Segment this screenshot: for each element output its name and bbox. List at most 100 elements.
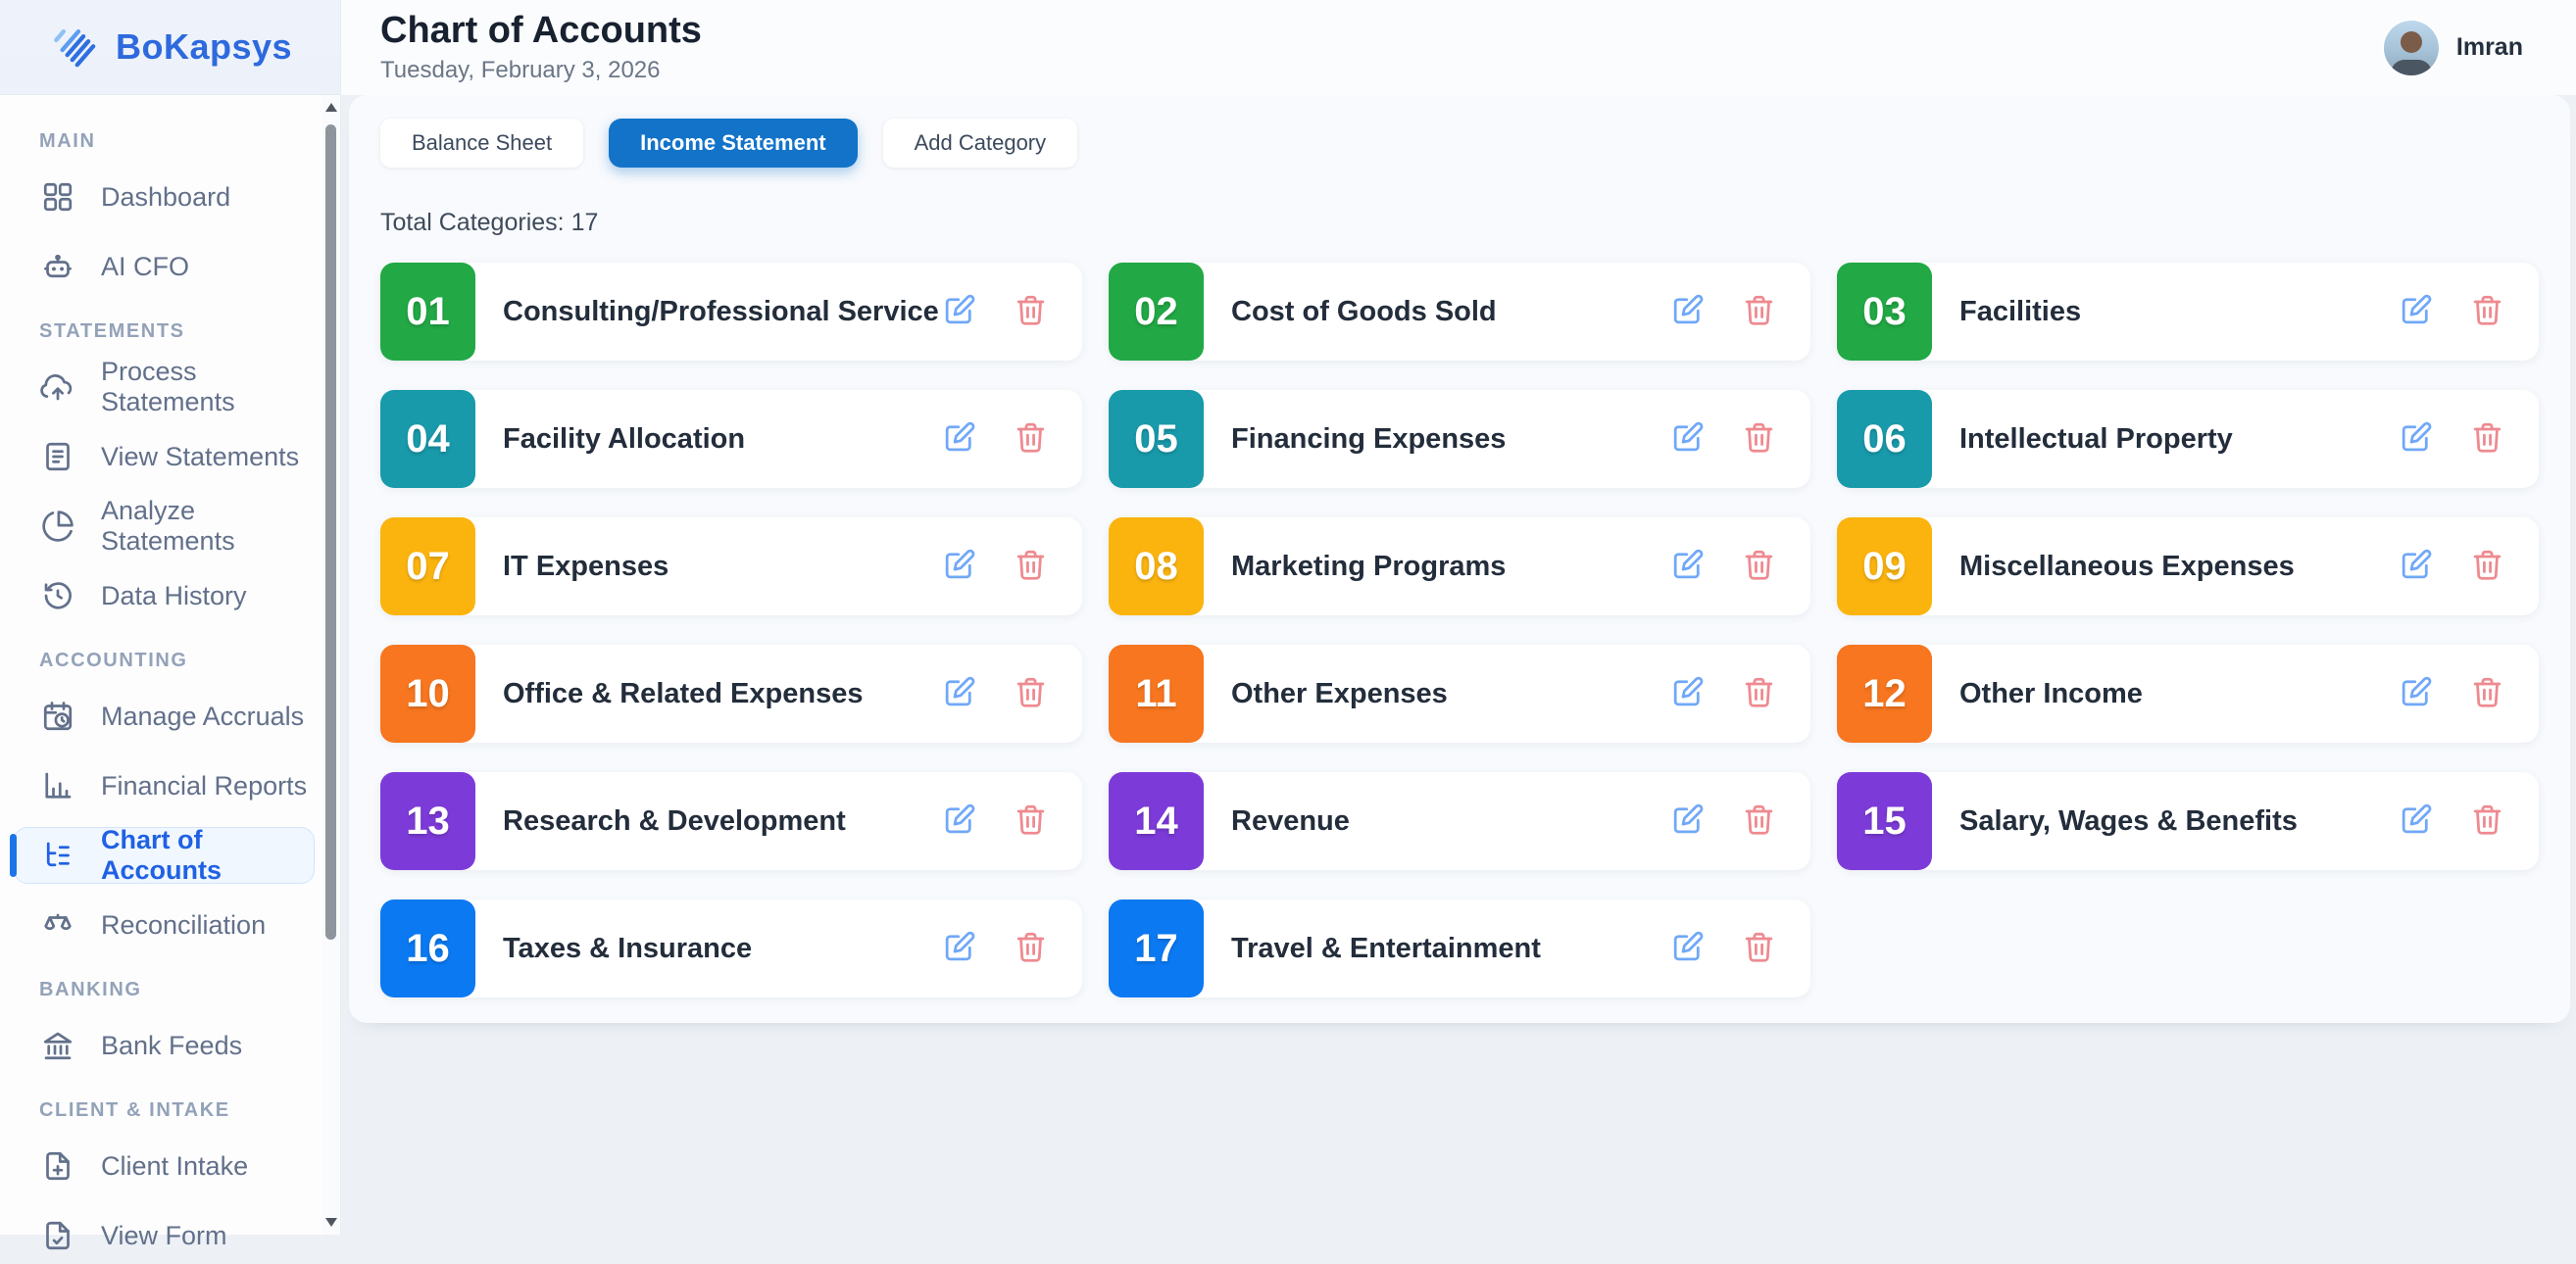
category-card-it-expenses: 07 IT Expenses xyxy=(380,517,1082,615)
edit-category-button[interactable] xyxy=(941,929,977,968)
category-actions xyxy=(1669,292,1777,331)
sidebar-item-financial-reports[interactable]: Financial Reports xyxy=(14,757,315,814)
edit-category-button[interactable] xyxy=(941,547,977,586)
sidebar-item-view-statements[interactable]: View Statements xyxy=(14,428,315,485)
category-number-tile: 13 xyxy=(380,772,475,870)
delete-category-button[interactable] xyxy=(1741,292,1777,331)
category-actions xyxy=(2398,419,2505,459)
cloud-upload-icon xyxy=(40,369,75,405)
category-number-tile: 17 xyxy=(1109,899,1204,997)
delete-category-button[interactable] xyxy=(1013,929,1049,968)
edit-category-button[interactable] xyxy=(941,292,977,331)
content-sheet: Balance Sheet Income Statement Add Categor… xyxy=(349,95,2570,1023)
list-tree-icon xyxy=(40,838,75,873)
category-actions xyxy=(941,547,1049,586)
trash-icon xyxy=(1013,292,1049,331)
category-number-tile: 09 xyxy=(1837,517,1932,615)
category-actions xyxy=(2398,674,2505,713)
bar-chart-icon xyxy=(40,768,75,803)
file-check-icon xyxy=(40,1218,75,1253)
tab-add-category[interactable]: Add Category xyxy=(883,119,1078,168)
delete-category-button[interactable] xyxy=(1741,802,1777,841)
page-title: Chart of Accounts xyxy=(380,11,702,52)
sidebar-item-client-intake[interactable]: Client Intake xyxy=(14,1138,315,1194)
edit-category-button[interactable] xyxy=(2398,292,2434,331)
sidebar-item-chart-of-accounts[interactable]: Chart of Accounts xyxy=(14,827,315,884)
category-actions xyxy=(1669,802,1777,841)
sidebar-item-reconciliation[interactable]: Reconciliation xyxy=(14,897,315,953)
edit-category-button[interactable] xyxy=(2398,419,2434,459)
user-menu[interactable]: Imran xyxy=(2384,21,2523,75)
scrollbar-up-arrow-icon[interactable] xyxy=(325,103,337,112)
trash-icon xyxy=(1741,419,1777,459)
sidebar-nav: MAIN Dashboard AI CFO STATEMENTS Process… xyxy=(0,95,340,1264)
category-actions xyxy=(1669,419,1777,459)
header-title-block: Chart of Accounts Tuesday, February 3, 2… xyxy=(380,11,702,85)
edit-category-button[interactable] xyxy=(2398,674,2434,713)
diagonal-stripes-logo-icon xyxy=(51,22,106,73)
sidebar-item-analyze-statements[interactable]: Analyze Statements xyxy=(14,498,315,555)
delete-category-button[interactable] xyxy=(1013,802,1049,841)
delete-category-button[interactable] xyxy=(2469,802,2505,841)
delete-category-button[interactable] xyxy=(1741,929,1777,968)
category-name: Other Income xyxy=(1959,678,2143,710)
user-name: Imran xyxy=(2456,33,2523,62)
brand-logo[interactable]: BoKapsys xyxy=(0,0,340,95)
sidebar-item-bank-feeds[interactable]: Bank Feeds xyxy=(14,1017,315,1074)
edit-icon xyxy=(2398,674,2434,713)
delete-category-button[interactable] xyxy=(1741,674,1777,713)
tab-income-statement[interactable]: Income Statement xyxy=(609,119,858,168)
sidebar-item-dashboard[interactable]: Dashboard xyxy=(14,169,315,225)
category-name: IT Expenses xyxy=(503,551,669,583)
category-card-other-income: 12 Other Income xyxy=(1837,645,2539,743)
category-actions xyxy=(1669,674,1777,713)
delete-category-button[interactable] xyxy=(1013,292,1049,331)
edit-category-button[interactable] xyxy=(941,802,977,841)
sidebar-item-manage-accruals[interactable]: Manage Accruals xyxy=(14,688,315,745)
delete-category-button[interactable] xyxy=(1013,419,1049,459)
edit-category-button[interactable] xyxy=(1669,929,1706,968)
category-card-consulting-professional-service: 01 Consulting/Professional Service xyxy=(380,263,1082,361)
total-categories-summary: Total Categories:17 xyxy=(380,209,2539,237)
tab-balance-sheet[interactable]: Balance Sheet xyxy=(380,119,583,168)
delete-category-button[interactable] xyxy=(1013,674,1049,713)
sidebar-item-ai-cfo[interactable]: AI CFO xyxy=(14,238,315,295)
sidebar-section: ACCOUNTING Manage Accruals Financial Rep… xyxy=(0,650,340,953)
delete-category-button[interactable] xyxy=(2469,674,2505,713)
sidebar-item-view-form[interactable]: View Form xyxy=(14,1207,315,1264)
sidebar-item-process-statements[interactable]: Process Statements xyxy=(14,359,315,415)
sidebar-item-data-history[interactable]: Data History xyxy=(14,567,315,624)
edit-icon xyxy=(1669,929,1706,968)
edit-category-button[interactable] xyxy=(1669,547,1706,586)
edit-category-button[interactable] xyxy=(1669,292,1706,331)
scrollbar-down-arrow-icon[interactable] xyxy=(325,1218,337,1227)
category-name: Intellectual Property xyxy=(1959,423,2233,456)
category-name: Travel & Entertainment xyxy=(1231,933,1541,965)
category-card-salary-wages-and-benefits: 15 Salary, Wages & Benefits xyxy=(1837,772,2539,870)
category-name: Research & Development xyxy=(503,805,846,838)
category-name: Cost of Goods Sold xyxy=(1231,296,1497,328)
scrollbar-thumb[interactable] xyxy=(325,124,336,940)
delete-category-button[interactable] xyxy=(2469,292,2505,331)
delete-category-button[interactable] xyxy=(1013,547,1049,586)
edit-category-button[interactable] xyxy=(2398,802,2434,841)
user-photo-avatar[interactable] xyxy=(2384,21,2439,75)
edit-category-button[interactable] xyxy=(1669,802,1706,841)
delete-category-button[interactable] xyxy=(1741,419,1777,459)
trash-icon xyxy=(1741,547,1777,586)
sidebar-section: MAIN Dashboard AI CFO xyxy=(0,130,340,295)
edit-category-button[interactable] xyxy=(941,419,977,459)
trash-icon xyxy=(2469,419,2505,459)
category-actions xyxy=(2398,292,2505,331)
delete-category-button[interactable] xyxy=(2469,419,2505,459)
delete-category-button[interactable] xyxy=(2469,547,2505,586)
category-actions xyxy=(941,674,1049,713)
sidebar-scrollbar[interactable] xyxy=(322,95,339,1235)
delete-category-button[interactable] xyxy=(1741,547,1777,586)
edit-category-button[interactable] xyxy=(941,674,977,713)
trash-icon xyxy=(2469,674,2505,713)
edit-category-button[interactable] xyxy=(1669,419,1706,459)
edit-category-button[interactable] xyxy=(2398,547,2434,586)
category-number-tile: 12 xyxy=(1837,645,1932,743)
edit-category-button[interactable] xyxy=(1669,674,1706,713)
